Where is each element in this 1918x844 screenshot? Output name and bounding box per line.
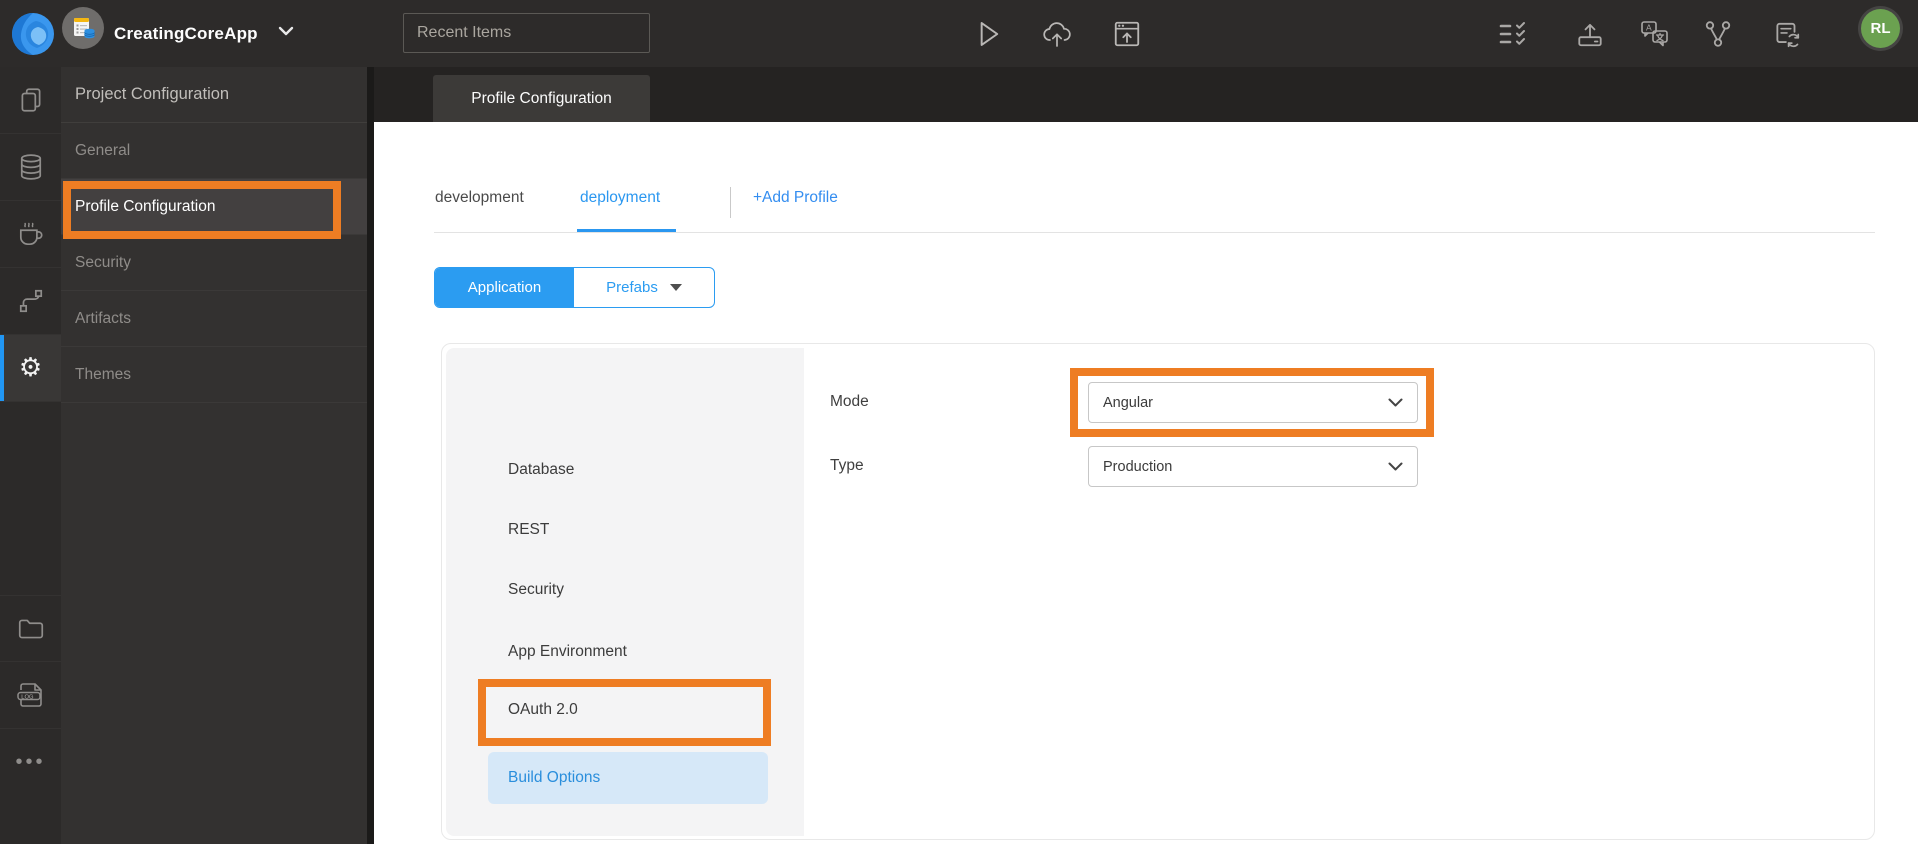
prefabs-label: Prefabs [606,279,658,296]
module-rail: ⚙ LOG ••• [0,67,61,844]
type-label: Type [830,457,864,474]
publish-window-icon[interactable] [1105,0,1149,67]
profile-tab-deployment[interactable]: deployment [580,189,660,207]
type-value: Production [1103,458,1173,475]
prefabs-toggle-button[interactable]: Prefabs [574,268,714,307]
cloud-upload-icon[interactable] [1035,0,1079,67]
file-sync-icon[interactable] [1765,0,1809,67]
wavemaker-logo-icon[interactable] [8,7,56,59]
apis-icon [17,287,45,315]
rail-item-settings[interactable]: ⚙ [0,335,61,402]
mode-value: Angular [1103,394,1153,411]
sidebar-item-general[interactable]: General [61,123,367,179]
type-select[interactable]: Production [1088,446,1418,487]
svg-text:A: A [1646,22,1652,32]
panel-title: Project Configuration [61,67,367,123]
version-control-icon[interactable] [1696,0,1740,67]
pages-icon [18,86,44,114]
rail-item-more[interactable]: ••• [0,729,61,796]
rail-item-java-services[interactable] [0,201,61,268]
mode-select[interactable]: Angular [1088,382,1418,423]
prefabs-caret-icon [669,284,682,291]
rail-item-apis[interactable] [0,268,61,335]
recent-items-input[interactable] [403,13,650,53]
folder-icon [16,616,46,642]
build-options-card: Database REST Security App Environment O… [441,343,1875,840]
settings-gear-icon: ⚙ [18,353,43,383]
database-icon [17,152,45,182]
config-nav-oauth[interactable]: OAuth 2.0 [488,690,768,730]
sidebar-item-profile-configuration[interactable]: Profile Configuration [61,179,367,235]
config-nav-panel: Database REST Security App Environment O… [446,348,804,836]
rail-item-files[interactable] [0,595,61,662]
checklist-icon[interactable] [1491,0,1535,67]
sidebar-item-artifacts[interactable]: Artifacts [61,291,367,347]
more-dots-icon: ••• [15,751,46,773]
sidebar-item-themes[interactable]: Themes [61,347,367,403]
java-coffee-icon [16,219,46,249]
add-profile-button[interactable]: +Add Profile [753,189,838,207]
scope-toggle: Application Prefabs [434,267,715,308]
config-nav-security[interactable]: Security [488,570,768,610]
config-nav-rest[interactable]: REST [488,510,768,550]
rail-item-pages[interactable] [0,67,61,134]
chevron-down-icon [1388,462,1403,471]
project-avatar[interactable] [62,7,104,49]
rail-item-logs[interactable]: LOG [0,662,61,729]
config-nav-database[interactable]: Database [488,450,768,490]
export-drive-icon[interactable] [1568,0,1612,67]
top-bar: CreatingCoreApp Recent Items A RL [0,0,1918,67]
config-nav-build-options[interactable]: Build Options [488,752,768,804]
open-tab-profile-configuration[interactable]: Profile Configuration [433,75,650,122]
project-configuration-panel: Project Configuration General Profile Co… [61,67,367,844]
main-content: Profile Configuration development deploy… [374,67,1918,844]
app-window: CreatingCoreApp Recent Items A RL ⚙ LOG … [0,0,1918,844]
workspace-tab-strip: Profile Configuration [374,67,1918,122]
rail-item-database[interactable] [0,134,61,201]
rail-spacer [0,402,61,595]
run-play-icon[interactable] [966,0,1010,67]
translate-icon[interactable]: A [1633,0,1677,67]
mode-label: Mode [830,393,869,410]
project-name[interactable]: CreatingCoreApp [114,0,258,67]
tab-separator [730,187,731,218]
application-toggle-button[interactable]: Application [435,268,574,307]
config-nav-app-environment[interactable]: App Environment [488,632,768,672]
profile-tab-development[interactable]: development [435,189,524,207]
sidebar-item-security[interactable]: Security [61,235,367,291]
chevron-down-icon [1388,398,1403,407]
panel-divider [367,67,374,844]
log-icon: LOG [15,680,47,710]
tabs-rule [434,232,1875,233]
svg-text:LOG: LOG [21,694,34,700]
project-switcher-caret-icon[interactable] [278,26,294,36]
user-avatar[interactable]: RL [1861,9,1900,48]
